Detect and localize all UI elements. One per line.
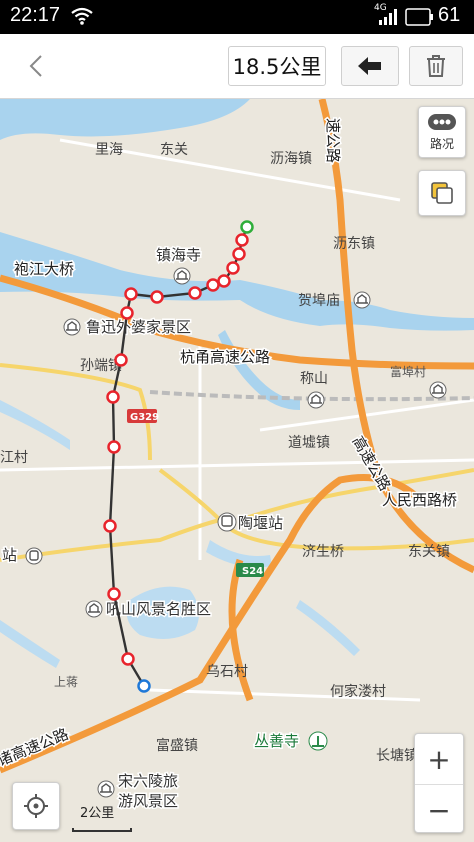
- temple-icon: [97, 780, 115, 798]
- back-button[interactable]: [18, 48, 54, 84]
- layers-icon: [431, 182, 453, 204]
- route-vertex[interactable]: [106, 390, 120, 404]
- place-hefumiao: 贺埠庙: [298, 292, 340, 309]
- route-vertex[interactable]: [107, 587, 121, 601]
- temple-icon: [429, 381, 447, 399]
- route-vertex[interactable]: [188, 286, 202, 300]
- place-lihai: 里海: [95, 142, 123, 158]
- locate-button[interactable]: [12, 782, 60, 830]
- temple-icon: [307, 391, 325, 409]
- route-vertex[interactable]: [150, 290, 164, 304]
- place-hejialou: 何家溇村: [330, 683, 386, 700]
- chevron-left-icon: [29, 55, 42, 77]
- road-vertical-north: 速公路: [324, 118, 342, 163]
- map-canvas[interactable]: G329 S24 里海 东关 沥海镇 沥东镇 镇海寺 袍江大桥 贺埠庙 鲁迅外婆…: [0, 99, 474, 842]
- battery-icon: [404, 6, 434, 32]
- temple-icon: [353, 291, 371, 309]
- route-start-point[interactable]: [240, 220, 254, 234]
- measure-toolbar: 18.5公里: [0, 34, 474, 99]
- route-vertex[interactable]: [206, 278, 220, 292]
- route-vertex[interactable]: [121, 652, 135, 666]
- distance-readout: 18.5公里: [228, 46, 326, 86]
- wifi-icon: [70, 6, 94, 30]
- crosshair-icon: [24, 794, 48, 818]
- place-fubuchun: 富埠村: [390, 364, 426, 379]
- park-icon: [308, 731, 328, 751]
- zoom-in-button[interactable]: +: [415, 734, 463, 784]
- place-wushi: 乌石村: [206, 664, 248, 680]
- zoom-out-button[interactable]: −: [415, 784, 463, 835]
- route-vertex[interactable]: [235, 233, 249, 247]
- route-vertex[interactable]: [217, 274, 231, 288]
- place-lidongzhen: 沥东镇: [333, 236, 375, 252]
- scale-bar: 2公里: [72, 802, 132, 832]
- traffic-button[interactable]: 路况: [418, 106, 466, 158]
- station-taoyan: 陶堰站: [238, 514, 283, 532]
- route-vertex[interactable]: [107, 440, 121, 454]
- s24-label: S24: [242, 566, 263, 577]
- route-vertex[interactable]: [103, 519, 117, 533]
- place-daoxu: 道墟镇: [288, 435, 330, 451]
- temple-icon: [63, 318, 81, 336]
- g329-label: G329: [130, 412, 159, 423]
- trash-icon: [427, 55, 445, 77]
- status-bar: 22:17 4G 61: [0, 0, 474, 34]
- place-lihaizhen: 沥海镇: [270, 151, 312, 167]
- route-vertex[interactable]: [124, 287, 138, 301]
- scale-label: 2公里: [80, 806, 115, 821]
- undo-button[interactable]: [341, 46, 399, 86]
- zoom-control: + −: [414, 733, 464, 833]
- place-jiangcun: 江村: [0, 450, 28, 466]
- route-end-point[interactable]: [137, 679, 151, 693]
- poi-songliuling-1: 宋六陵旅: [118, 772, 178, 790]
- scale-line: [72, 828, 132, 832]
- station-partial: 站: [2, 546, 17, 564]
- road-paojiang: 袍江大桥: [14, 260, 74, 278]
- arrow-left-icon: [358, 57, 381, 75]
- place-dongguan: 东关: [160, 142, 188, 158]
- poi-zhenhaisi: 镇海寺: [156, 246, 201, 264]
- signal-icon: [378, 8, 398, 30]
- route-vertex[interactable]: [114, 353, 128, 367]
- delete-button[interactable]: [409, 46, 463, 86]
- status-time: 22:17: [10, 4, 61, 26]
- temple-icon: [173, 267, 191, 285]
- train-station-icon: [25, 547, 43, 565]
- place-chengshan: 称山: [300, 371, 328, 387]
- road-hangyong: 杭甬高速公路: [180, 348, 270, 366]
- traffic-icon: [428, 114, 456, 130]
- temple-icon: [85, 600, 103, 618]
- place-shangzhu: 上蒋: [54, 675, 78, 689]
- place-renminxi: 人民西路桥: [382, 491, 457, 509]
- route-vertex[interactable]: [226, 261, 240, 275]
- route-vertex[interactable]: [120, 306, 134, 320]
- poi-congshansi: 丛善寺: [254, 732, 299, 750]
- battery-level: 61: [438, 4, 461, 26]
- land-area: [0, 99, 474, 842]
- train-station-icon: [217, 512, 237, 532]
- poi-tushan: 吼山风景名胜区: [106, 600, 211, 618]
- traffic-label: 路况: [429, 137, 454, 151]
- place-fusheng: 富盛镇: [156, 737, 198, 754]
- place-jishengqiao: 济生桥: [302, 544, 344, 560]
- route-vertex[interactable]: [232, 247, 246, 261]
- place-dongguanzhen: 东关镇: [408, 544, 450, 560]
- poi-luxun: 鲁迅外婆家景区: [86, 318, 191, 336]
- place-changtang: 长塘镇: [376, 748, 418, 764]
- layers-button[interactable]: [418, 170, 466, 216]
